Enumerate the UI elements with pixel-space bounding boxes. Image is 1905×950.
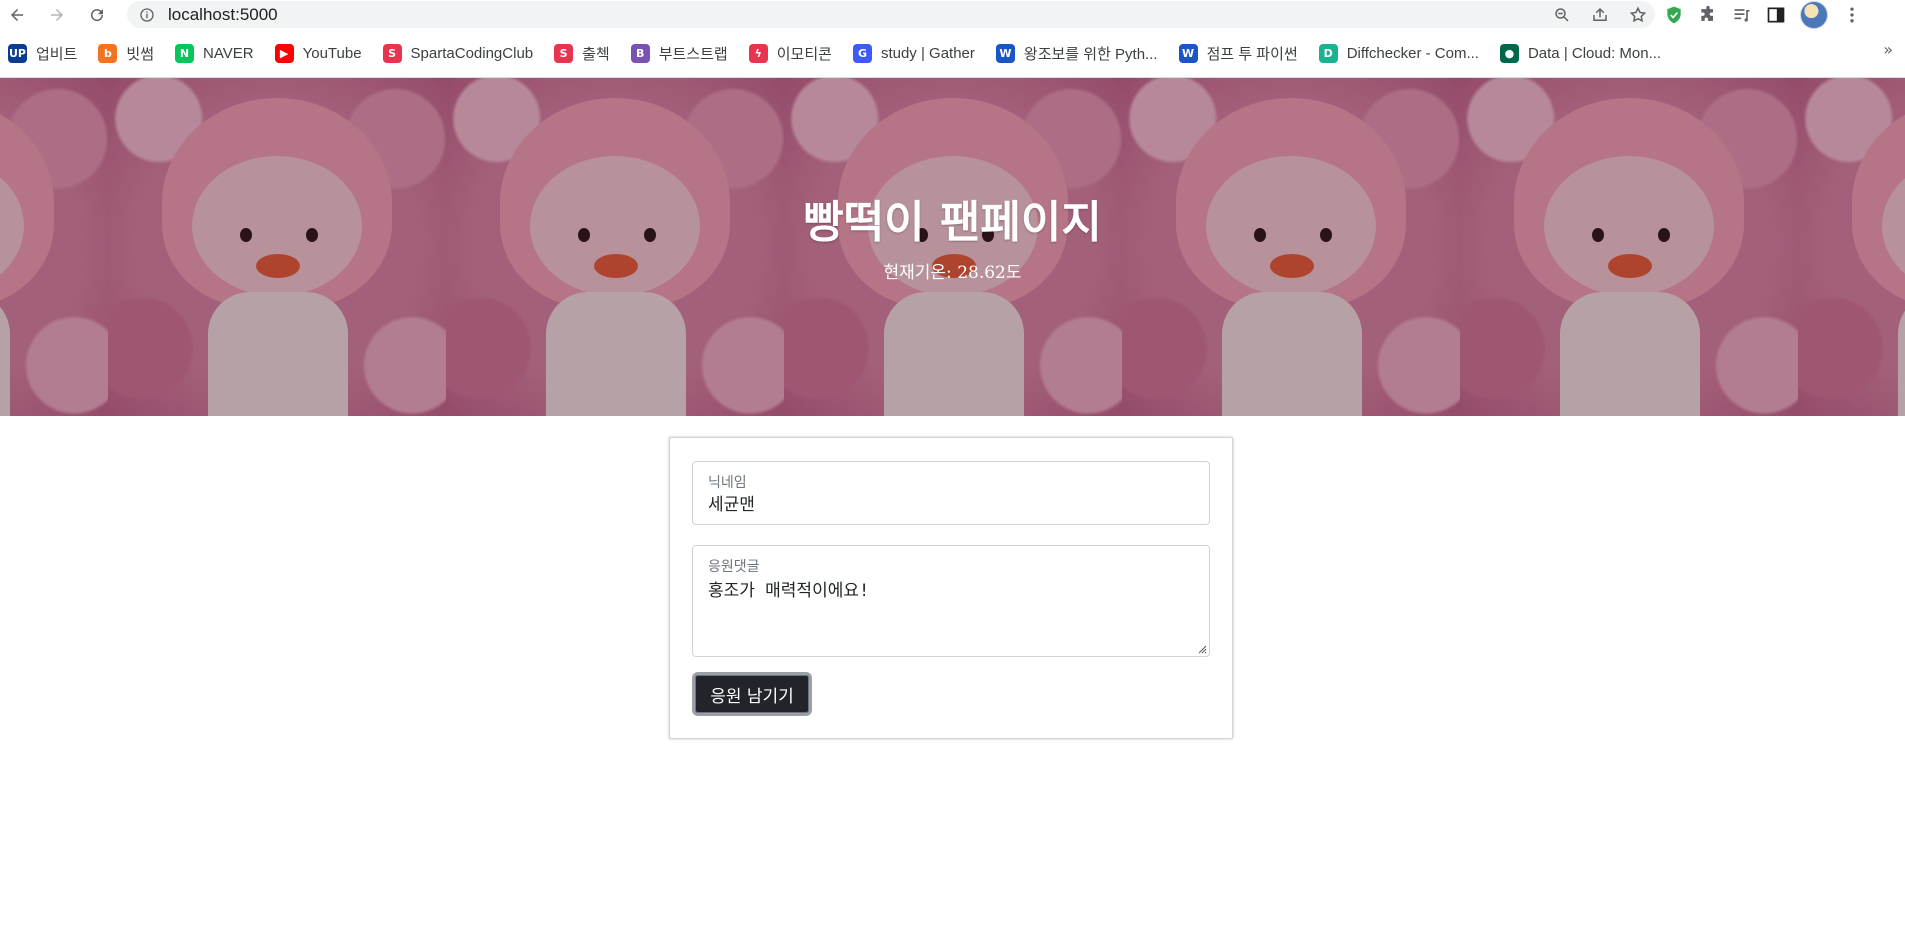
bookmark-item[interactable]: Gstudy | Gather [852,40,975,68]
kebab-menu-icon[interactable] [1842,5,1862,25]
reload-button[interactable] [84,2,110,28]
current-temperature: 현재기온: 28.62도 [883,263,1022,283]
shield-icon[interactable] [1664,5,1684,25]
bookmarks-overflow-button[interactable]: » [1883,40,1893,59]
bookmark-favicon-icon: S [382,44,402,63]
bookmark-label: Data | Cloud: Mon... [1527,45,1662,62]
bookmark-label: YouTube [302,45,362,62]
bookmark-favicon-icon: UP [8,44,27,63]
bookmark-label: 이모티콘 [776,46,832,63]
star-icon[interactable] [1629,6,1647,24]
bookmark-label: Diffchecker - Com... [1346,45,1479,62]
profile-avatar[interactable] [1800,1,1828,29]
info-icon[interactable] [139,7,155,23]
bookmark-favicon-icon: W [995,44,1015,63]
bookmark-label: 출첵 [582,46,610,63]
side-panel-icon[interactable] [1766,5,1786,25]
url-text[interactable]: localhost:5000 [168,5,278,25]
address-bar[interactable]: localhost:5000 [127,1,1655,28]
bookmark-item[interactable]: UP 업비트 [8,40,77,68]
bookmark-item[interactable]: ϟ 이모티콘 [748,40,832,68]
bookmark-favicon-icon: W [1178,44,1198,63]
zoom-out-icon[interactable] [1553,6,1571,24]
share-icon[interactable] [1591,6,1609,24]
bookmark-item[interactable]: b 빗썸 [98,40,154,68]
bookmark-label: 부트스트랩 [658,46,728,63]
bookmark-label: study | Gather [880,45,975,62]
bookmark-favicon-icon: G [852,44,872,63]
bookmark-label: 왕조보를 위한 Pyth... [1023,46,1158,63]
bookmark-favicon-icon: b [98,44,118,63]
bookmark-favicon-icon: S [554,44,574,63]
comment-textarea[interactable]: 홍조가 매력적이에요! [708,576,1188,601]
bookmark-item[interactable]: W 점프 투 파이썬 [1178,40,1298,68]
bookmark-item[interactable]: D Diffchecker - Com... [1318,40,1479,68]
nickname-field[interactable]: 닉네임 [692,461,1210,525]
comment-form-card: 닉네임 응원댓글 홍조가 매력적이에요! 응원 남기기 [669,437,1233,739]
bookmark-favicon-icon: ▶ [274,44,294,63]
bookmark-favicon-icon: B [630,44,650,63]
comment-field[interactable]: 응원댓글 홍조가 매력적이에요! [692,545,1210,657]
submit-comment-button[interactable]: 응원 남기기 [692,672,812,716]
bookmark-favicon-icon: ● [1499,44,1519,63]
page-title: 빵떡이 팬페이지 [803,197,1102,248]
bookmarks-bar: UP 업비트 b 빗썸 N NAVER ▶ YouTube S SpartaCodingClub S… [0,30,1905,78]
bookmark-item[interactable]: S SpartaCodingClub [382,40,534,68]
nickname-input[interactable] [708,492,1188,512]
puzzle-icon[interactable] [1698,5,1718,25]
resize-handle-icon[interactable] [1197,644,1207,654]
hero-banner: 빵떡이 팬페이지 현재기온: 28.62도 [0,78,1905,416]
bookmark-label: SpartaCodingClub [410,45,534,62]
comment-label: 응원댓글 [708,559,760,575]
extensions-area [1664,0,1862,30]
reload-icon [91,9,104,22]
bookmark-item[interactable]: S 출첵 [554,40,610,68]
back-button[interactable] [4,2,30,28]
bookmark-favicon-icon: N [175,44,195,63]
arrow-left-icon [11,9,23,21]
browser-toolbar: localhost:5000 [0,0,1905,30]
bookmark-favicon-icon: ϟ [748,44,768,63]
bookmark-item[interactable]: ● Data | Cloud: Mon... [1499,40,1662,68]
arrow-right-icon [51,9,63,21]
bookmark-item[interactable]: ▶ YouTube [274,40,362,68]
omnibox-actions [1553,1,1647,28]
bookmark-item[interactable]: B 부트스트랩 [630,40,728,68]
bookmark-item[interactable]: N NAVER [175,40,254,68]
bookmark-favicon-icon: D [1318,44,1338,63]
nickname-label: 닉네임 [708,475,747,491]
bookmark-label: NAVER [203,45,254,62]
bookmark-item[interactable]: W 왕조보를 위한 Pyth... [995,40,1158,68]
reading-list-icon[interactable] [1732,5,1752,25]
bookmark-label: 업비트 [36,46,78,63]
bookmark-label: 점프 투 파이썬 [1206,46,1298,63]
forward-button[interactable] [44,2,70,28]
bookmark-label: 빗썸 [126,46,155,63]
